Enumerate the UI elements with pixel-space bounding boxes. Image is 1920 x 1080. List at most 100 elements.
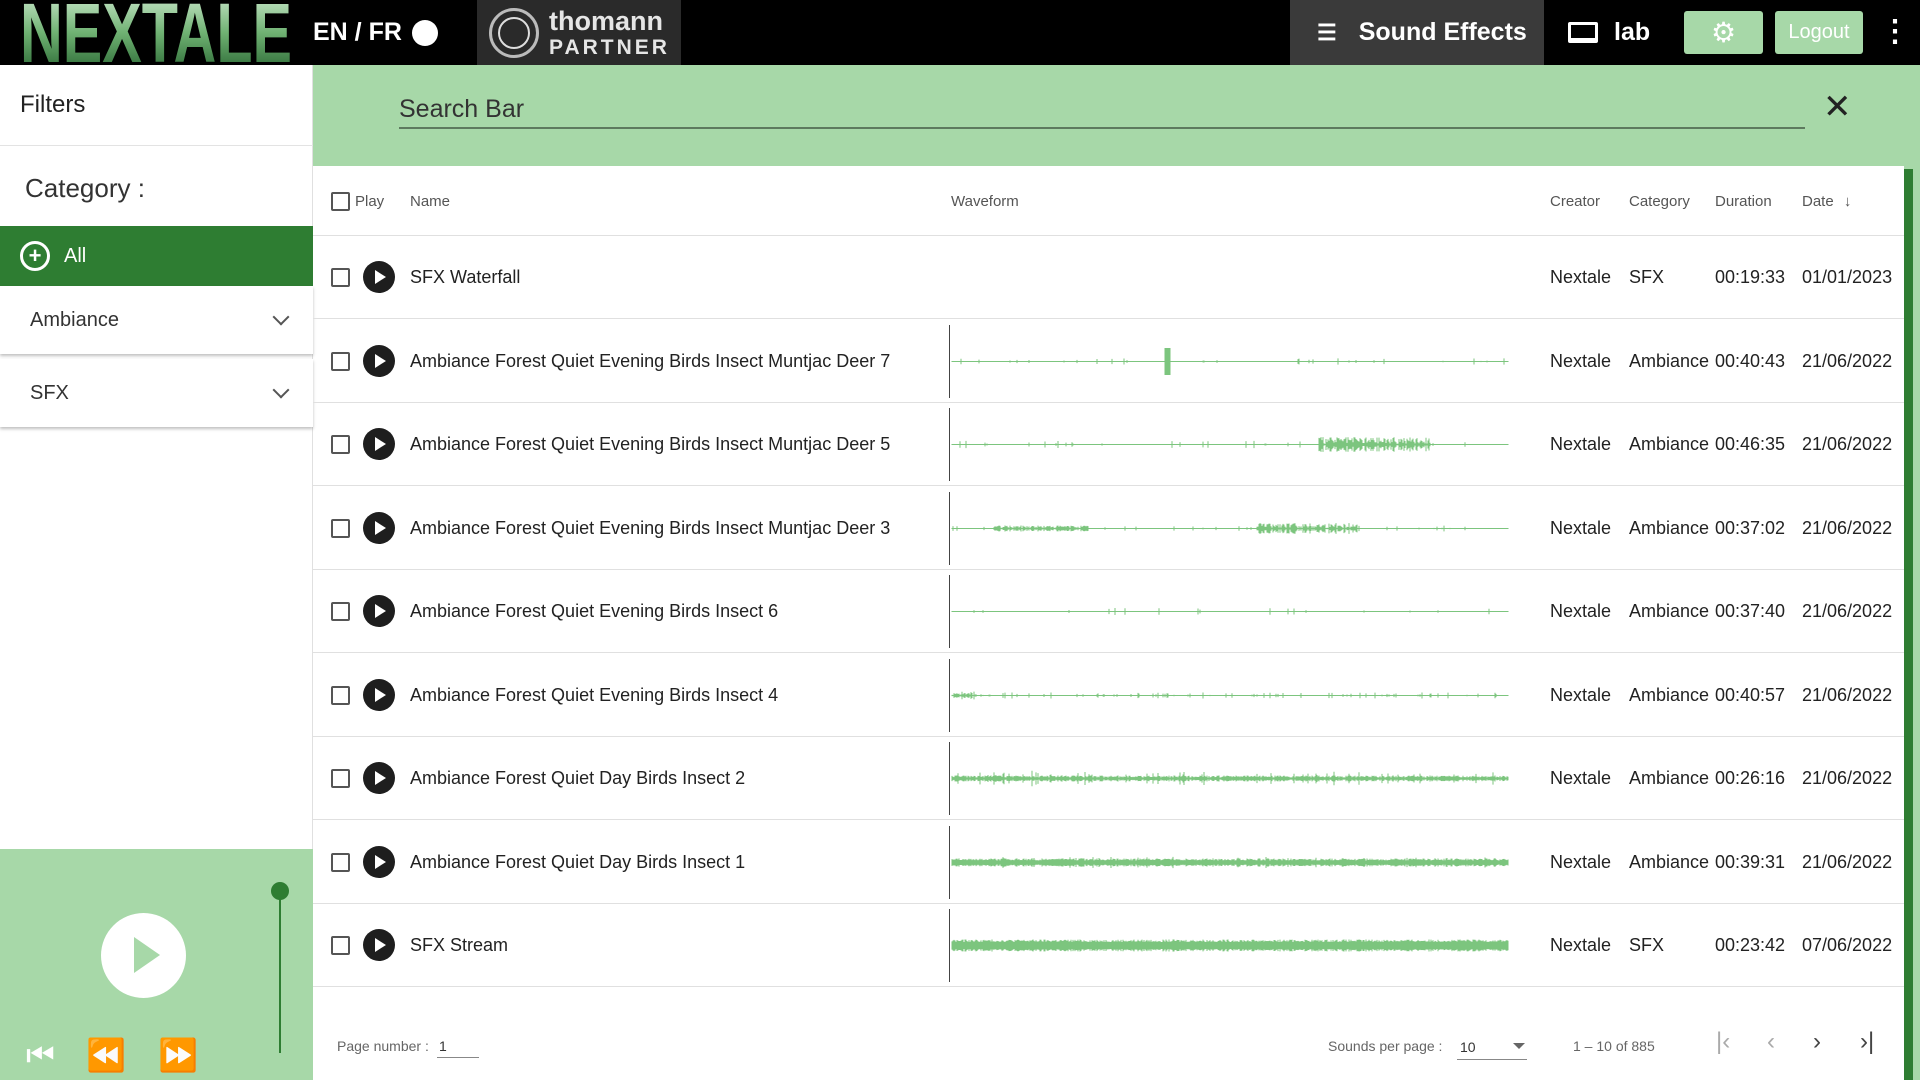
play-icon bbox=[134, 937, 160, 973]
thomann-logo-icon bbox=[489, 7, 539, 58]
row-duration: 00:40:57 bbox=[1715, 684, 1786, 705]
row-creator: Nextale bbox=[1550, 350, 1612, 371]
search-input[interactable] bbox=[399, 91, 1805, 129]
row-checkbox[interactable] bbox=[331, 518, 350, 538]
row-waveform[interactable] bbox=[948, 825, 1509, 899]
table-row[interactable]: Ambiance Forest Quiet Evening Birds Inse… bbox=[313, 570, 1904, 653]
category-all[interactable]: + All bbox=[0, 226, 313, 286]
row-waveform[interactable] bbox=[948, 491, 1509, 565]
row-date: 21/06/2022 bbox=[1802, 684, 1893, 705]
row-checkbox[interactable] bbox=[331, 936, 350, 955]
nextale-logo[interactable]: NEXTALE bbox=[20, 0, 292, 65]
top-bar: NEXTALE EN / FR thomann PARTNER ☰ Sound … bbox=[0, 0, 1920, 65]
row-waveform[interactable] bbox=[948, 408, 1509, 481]
table-row[interactable]: Ambiance Forest Quiet Evening Birds Inse… bbox=[313, 487, 1904, 570]
row-date: 21/06/2022 bbox=[1802, 768, 1893, 788]
first-page-icon[interactable]: |‹ bbox=[1716, 1030, 1730, 1054]
row-checkbox[interactable] bbox=[331, 769, 350, 788]
table-row[interactable]: Ambiance Forest Quiet Evening Birds Inse… bbox=[313, 403, 1904, 486]
select-all-checkbox[interactable] bbox=[331, 192, 350, 211]
play-button[interactable] bbox=[101, 913, 186, 998]
skip-previous-icon[interactable]: ⏮ bbox=[26, 1039, 55, 1071]
volume-slider-handle[interactable] bbox=[271, 882, 289, 900]
row-duration: 00:37:40 bbox=[1715, 601, 1786, 621]
row-checkbox[interactable] bbox=[331, 268, 350, 287]
row-play-button[interactable] bbox=[363, 845, 395, 878]
row-waveform[interactable] bbox=[948, 742, 1509, 815]
column-creator[interactable]: Creator bbox=[1550, 193, 1600, 210]
waveform-path bbox=[951, 608, 1509, 615]
row-play-button[interactable] bbox=[363, 344, 395, 377]
language-switch-knob[interactable] bbox=[411, 19, 438, 46]
column-category[interactable]: Category bbox=[1629, 193, 1690, 210]
row-duration: 00:39:31 bbox=[1715, 851, 1786, 872]
last-page-icon[interactable]: ›| bbox=[1860, 1030, 1874, 1054]
row-waveform[interactable] bbox=[948, 658, 1509, 732]
nav-sound-effects[interactable]: ☰ Sound Effects bbox=[1290, 0, 1544, 65]
row-checkbox[interactable] bbox=[331, 435, 350, 454]
row-play-button[interactable] bbox=[363, 678, 395, 711]
scrollbar-thumb[interactable] bbox=[1904, 169, 1913, 1080]
row-waveform[interactable] bbox=[948, 909, 1509, 982]
row-date: 01/01/2023 bbox=[1802, 267, 1893, 287]
more-vert-icon[interactable]: ⋮ bbox=[1880, 14, 1910, 54]
row-creator: Nextale bbox=[1550, 434, 1612, 454]
gear-icon: ⚙ bbox=[1710, 17, 1737, 48]
sound-table: Play Name Waveform Creator Category Dura… bbox=[313, 166, 1904, 1006]
per-page-select[interactable]: 10 bbox=[1457, 1034, 1527, 1060]
table-row[interactable]: Ambiance Forest Quiet Day Birds Insect 1… bbox=[313, 821, 1904, 904]
play-icon bbox=[375, 771, 386, 785]
column-date[interactable]: Date ↓ bbox=[1802, 193, 1851, 210]
row-waveform[interactable] bbox=[948, 324, 1509, 398]
row-play-button[interactable] bbox=[363, 929, 395, 961]
row-category: SFX bbox=[1629, 267, 1665, 287]
row-checkbox[interactable] bbox=[331, 602, 350, 621]
row-play-button[interactable] bbox=[363, 428, 395, 460]
waveform-path bbox=[951, 691, 1509, 699]
play-icon bbox=[375, 687, 386, 702]
thomann-partner-badge[interactable]: thomann PARTNER bbox=[477, 0, 681, 65]
fast-forward-icon[interactable]: ⏩ bbox=[158, 1039, 198, 1071]
row-date: 07/06/2022 bbox=[1802, 935, 1893, 955]
row-checkbox[interactable] bbox=[331, 685, 350, 705]
logout-label: Logout bbox=[1788, 21, 1850, 43]
row-waveform[interactable] bbox=[949, 241, 1509, 314]
settings-button[interactable]: ⚙ bbox=[1684, 11, 1763, 54]
language-toggle[interactable]: EN / FR bbox=[313, 18, 438, 47]
table-row[interactable]: Ambiance Forest Quiet Day Birds Insect 2… bbox=[313, 737, 1904, 820]
row-checkbox[interactable] bbox=[331, 852, 350, 872]
row-play-button[interactable] bbox=[363, 261, 395, 293]
category-sfx[interactable]: SFX bbox=[0, 359, 313, 427]
list-icon: ☰ bbox=[1317, 19, 1337, 45]
next-page-icon[interactable]: › bbox=[1813, 1030, 1821, 1054]
previous-page-icon[interactable]: ‹ bbox=[1767, 1030, 1775, 1054]
row-checkbox[interactable] bbox=[331, 351, 350, 371]
category-ambiance[interactable]: Ambiance bbox=[0, 286, 313, 354]
scrollbar-track[interactable] bbox=[1904, 65, 1920, 1080]
table-row[interactable]: Ambiance Forest Quiet Evening Birds Inse… bbox=[313, 654, 1904, 737]
row-duration: 00:37:02 bbox=[1715, 517, 1786, 538]
row-category: Ambiance bbox=[1629, 434, 1710, 454]
logout-button[interactable]: Logout bbox=[1775, 11, 1863, 54]
rewind-icon[interactable]: ⏪ bbox=[86, 1039, 126, 1071]
row-creator: Nextale bbox=[1550, 851, 1612, 872]
row-name: Ambiance Forest Quiet Evening Birds Inse… bbox=[410, 517, 891, 538]
play-icon bbox=[375, 437, 386, 451]
volume-slider[interactable] bbox=[279, 893, 281, 1053]
close-icon[interactable]: ✕ bbox=[1823, 90, 1852, 124]
nav-lab[interactable]: lab bbox=[1568, 0, 1650, 65]
row-play-button[interactable] bbox=[363, 762, 395, 794]
table-row[interactable]: SFX Waterfall Nextale SFX 00:19:33 01/01/202… bbox=[313, 236, 1904, 319]
row-name: Ambiance Forest Quiet Evening Birds Inse… bbox=[410, 350, 891, 371]
column-name[interactable]: Name bbox=[410, 193, 450, 210]
table-row[interactable]: SFX Stream Nextale SFX 00:23:42 07/06/2022 bbox=[313, 904, 1904, 987]
column-duration[interactable]: Duration bbox=[1715, 193, 1772, 210]
row-play-button[interactable] bbox=[363, 511, 395, 544]
row-date: 21/06/2022 bbox=[1802, 517, 1893, 538]
row-duration: 00:23:42 bbox=[1715, 935, 1786, 955]
row-waveform[interactable] bbox=[948, 575, 1509, 648]
row-category: SFX bbox=[1629, 935, 1665, 955]
table-row[interactable]: Ambiance Forest Quiet Evening Birds Inse… bbox=[313, 320, 1904, 403]
page-number-input[interactable] bbox=[437, 1034, 479, 1058]
row-play-button[interactable] bbox=[363, 595, 395, 627]
